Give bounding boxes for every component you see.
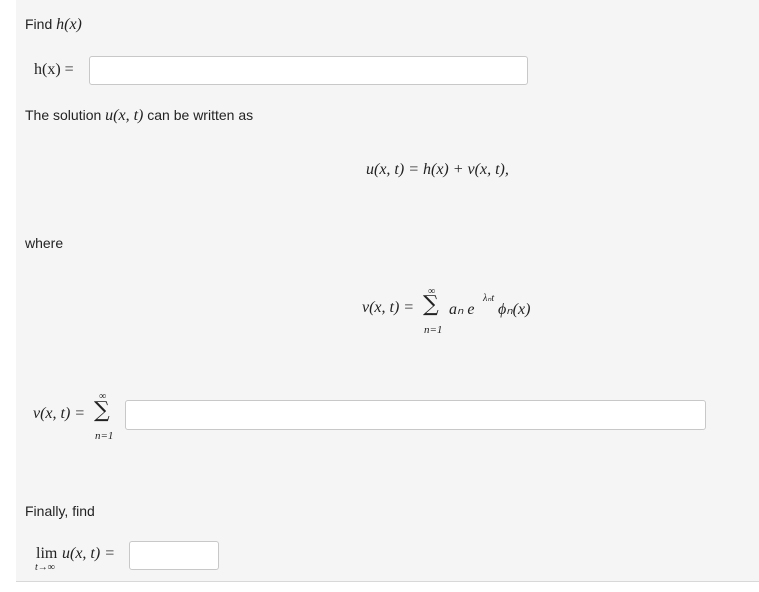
finally-label: Finally, find xyxy=(25,503,95,519)
limit-input[interactable] xyxy=(129,541,219,570)
series-sum-lower: n=1 xyxy=(424,324,443,336)
limit-operator: lim xyxy=(36,545,58,562)
v-row-sum-lower: n=1 xyxy=(95,430,114,442)
v-row-summation-icon: ∑ xyxy=(94,398,110,423)
solution-function: u(x, t) xyxy=(105,107,144,124)
summation-icon: ∑ xyxy=(423,292,439,317)
where-label: where xyxy=(25,235,64,251)
question-panel xyxy=(16,0,759,582)
h-row-label: h(x) = xyxy=(34,61,74,78)
solution-text-before: The solution xyxy=(25,107,102,123)
solution-text-after: can be written as xyxy=(147,107,254,123)
h-answer-input[interactable] xyxy=(89,56,528,85)
find-label: Find xyxy=(25,16,53,32)
series-equation-lhs: v(x, t) = xyxy=(362,299,415,316)
series-term-body: aₙ e xyxy=(449,301,475,318)
find-h-prompt: Find h(x) xyxy=(25,16,82,34)
series-term-tail: ϕₙ(x) xyxy=(498,301,531,318)
series-term-exponent: λₙt xyxy=(483,293,495,304)
solution-equation: u(x, t) = h(x) + v(x, t), xyxy=(366,161,509,178)
limit-function: u(x, t) = xyxy=(62,545,115,562)
v-series-input[interactable] xyxy=(125,400,706,430)
solution-sentence: The solution u(x, t) can be written as xyxy=(25,107,253,125)
h-function-label: h(x) xyxy=(56,16,82,33)
v-row-lhs: v(x, t) = xyxy=(33,405,86,422)
limit-subscript: t→∞ xyxy=(35,562,55,573)
